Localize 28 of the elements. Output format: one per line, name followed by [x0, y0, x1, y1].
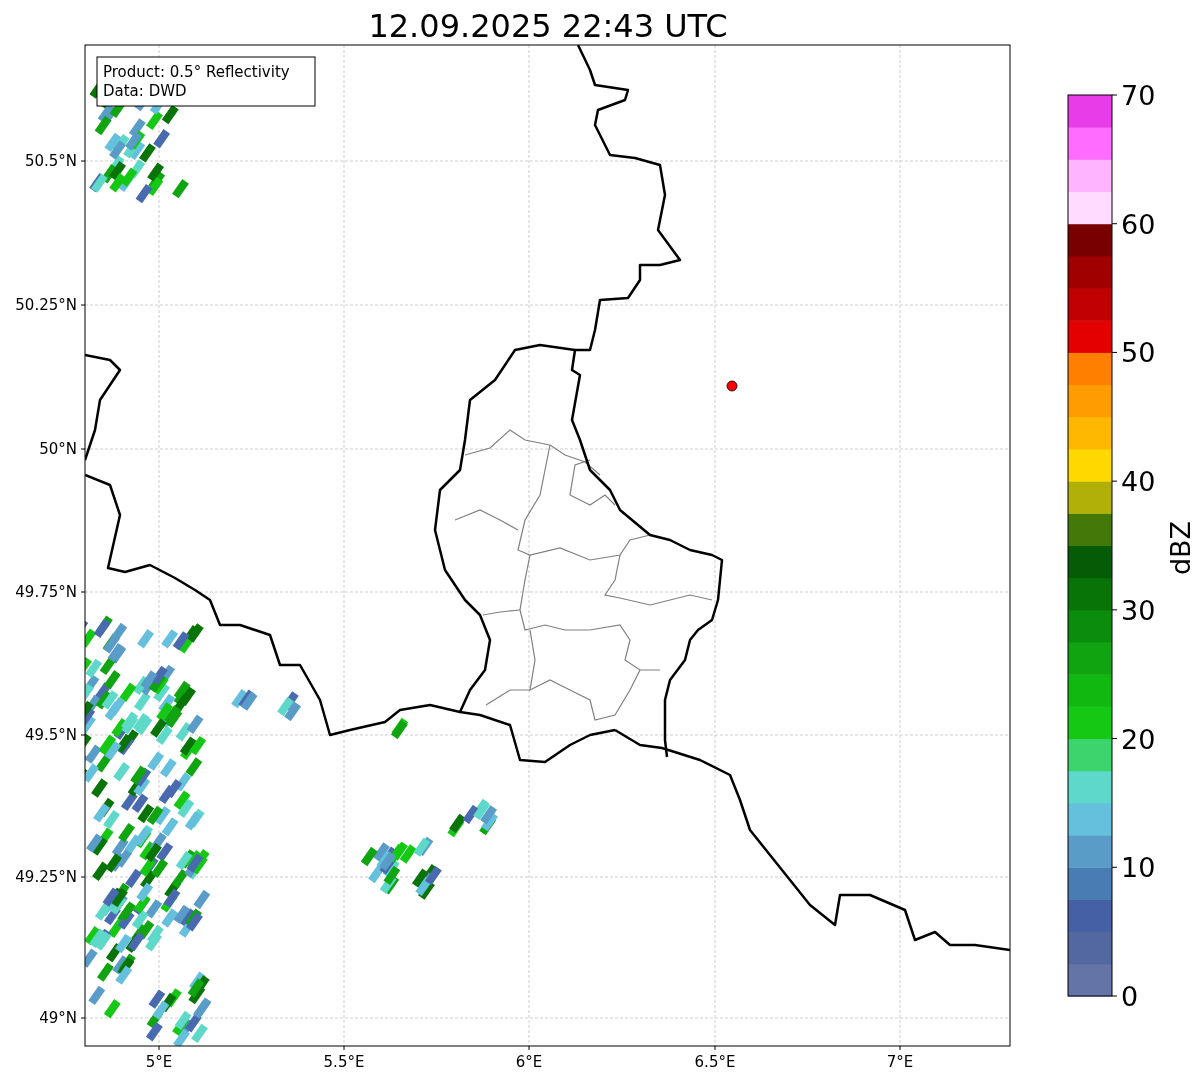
colorbar-label: dBZ: [1165, 520, 1196, 576]
axis-tick-label: 5°E: [145, 1053, 173, 1071]
colorbar-tick-label: 60: [1121, 208, 1156, 240]
radar-echo: [277, 691, 301, 722]
axis-tick-label: 49°N: [39, 1009, 77, 1027]
axis-tick-label: 6.5°E: [694, 1053, 736, 1071]
colorbar-tick-label: 10: [1121, 852, 1156, 884]
axis-tick-label: 7°E: [886, 1053, 914, 1071]
axis-tick-label: 50.25°N: [15, 296, 77, 314]
colorbar-tick-label: 0: [1121, 981, 1139, 1012]
colorbar-tick-label: 40: [1121, 466, 1156, 498]
axis-tick-label: 50.5°N: [24, 152, 77, 170]
axis-tick-label: 6°E: [515, 1053, 543, 1071]
radar-echo: [231, 689, 258, 711]
chart-title: 12.09.2025 22:43 UTC: [368, 7, 728, 45]
colorbar-tick-label: 30: [1121, 594, 1156, 626]
axis-tick-label: 50°N: [39, 440, 77, 458]
axis-tick-label: 49.5°N: [24, 726, 77, 744]
colorbar-tick-label: 20: [1121, 723, 1156, 755]
axis-tick-label: 49.75°N: [15, 583, 77, 601]
info-text: Data: DWD: [103, 82, 187, 100]
axis-tick-label: 49.25°N: [15, 868, 77, 886]
colorbar-tick-label: 70: [1121, 80, 1156, 111]
radar-echo: [447, 798, 498, 838]
location-marker: [726, 380, 738, 392]
info-text: Product: 0.5° Reflectivity: [103, 63, 290, 81]
colorbar-tick-label: 50: [1121, 337, 1156, 369]
axis-tick-label: 5.5°E: [323, 1053, 365, 1071]
